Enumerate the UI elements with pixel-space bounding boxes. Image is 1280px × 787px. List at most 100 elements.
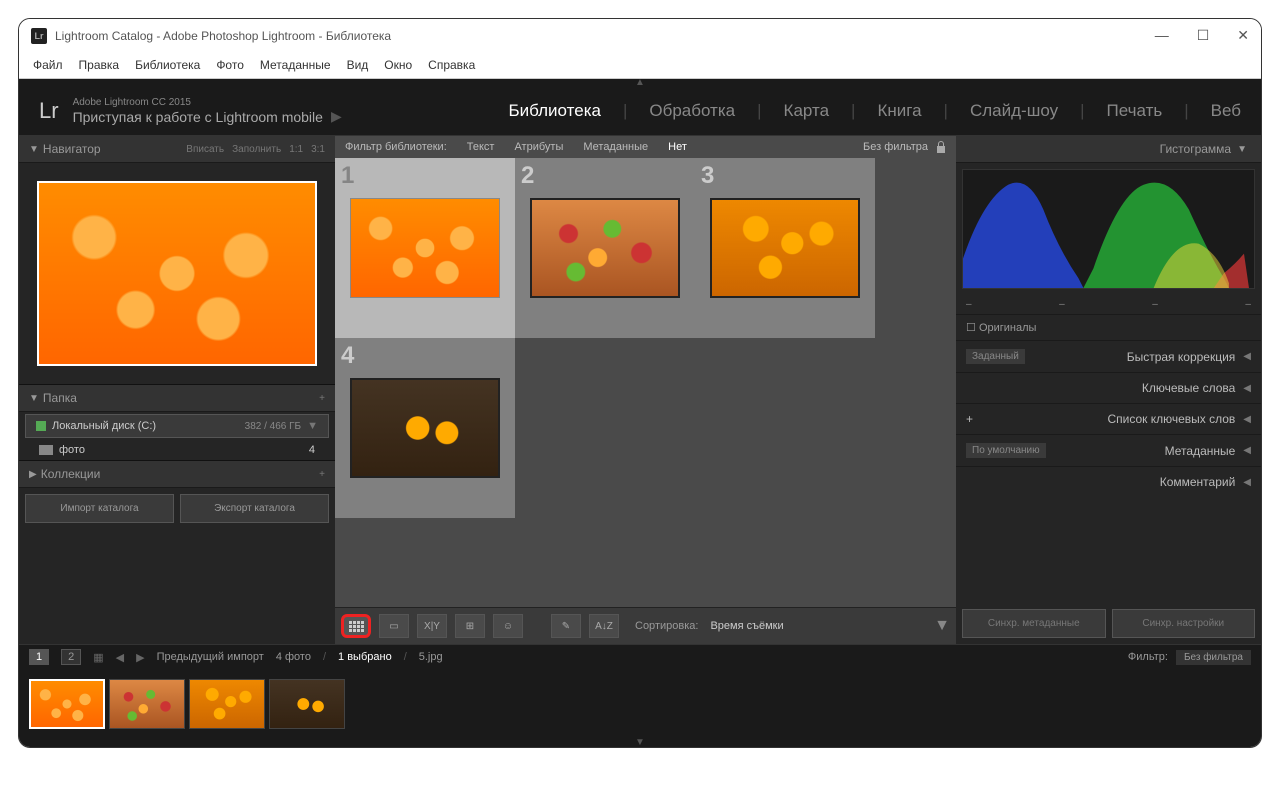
filmstrip-thumbnail[interactable] [269, 679, 345, 729]
menu-window[interactable]: Окно [384, 58, 412, 72]
toolbar-menu-icon[interactable]: ▼ [934, 617, 950, 635]
filter-none[interactable]: Нет [668, 141, 687, 153]
version-text: Adobe Lightroom CC 2015 [73, 97, 342, 108]
grid-cell[interactable]: 1 [335, 158, 515, 338]
import-catalog-button[interactable]: Импорт каталога [25, 494, 174, 523]
triangle-left-icon: ◀ [1243, 414, 1251, 425]
menu-metadata[interactable]: Метаданные [260, 58, 331, 72]
cell-index: 1 [341, 162, 354, 190]
menu-view[interactable]: Вид [347, 58, 369, 72]
close-button[interactable]: ✕ [1237, 27, 1249, 44]
metadata-header[interactable]: По умолчанию Метаданные◀ [956, 434, 1261, 466]
folders-header[interactable]: ▼ Папка + [19, 384, 335, 412]
grid-view-button[interactable] [341, 614, 371, 638]
tagline-arrow-icon[interactable]: ▶ [331, 108, 342, 125]
compare-view-button[interactable]: X|Y [417, 614, 447, 638]
add-folder-icon[interactable]: + [319, 393, 325, 404]
collapse-top-icon[interactable]: ▲ [19, 79, 1261, 87]
module-book[interactable]: Книга [877, 101, 921, 121]
navigator-image[interactable] [37, 181, 317, 366]
checkbox-icon[interactable]: ☐ [966, 322, 976, 334]
menu-file[interactable]: Файл [33, 58, 63, 72]
keyword-list-header[interactable]: + Список ключевых слов◀ [956, 403, 1261, 434]
maximize-button[interactable]: ☐ [1197, 27, 1210, 44]
people-view-button[interactable]: ☺ [493, 614, 523, 638]
triangle-down-icon[interactable]: ▼ [307, 420, 318, 432]
nav-1-1[interactable]: 1:1 [289, 144, 303, 155]
plus-icon[interactable]: + [966, 412, 973, 426]
filmstrip-thumbnail[interactable] [189, 679, 265, 729]
screen-1-button[interactable]: 1 [29, 649, 49, 665]
minimize-button[interactable]: — [1155, 27, 1169, 44]
comments-header[interactable]: Комментарий◀ [956, 466, 1261, 497]
histogram[interactable] [962, 169, 1255, 289]
filmstrip-filter-dropdown[interactable]: Без фильтра [1176, 650, 1251, 665]
disk-space: 382 / 466 ГБ [245, 421, 301, 432]
left-panel: ▼ Навигатор Вписать Заполнить 1:1 3:1 ▼ … [19, 136, 335, 644]
filter-preset[interactable]: Без фильтра [863, 141, 928, 153]
filter-label: Фильтр: [1128, 651, 1168, 663]
nav-3-1[interactable]: 3:1 [311, 144, 325, 155]
survey-view-button[interactable]: ⊞ [455, 614, 485, 638]
add-collection-icon[interactable]: + [319, 469, 325, 480]
grid-cell[interactable]: 4 [335, 338, 515, 518]
photo-count: 4 фото [276, 651, 311, 663]
quick-develop-header[interactable]: Заданный Быстрая коррекция◀ [956, 340, 1261, 372]
nav-fill[interactable]: Заполнить [232, 144, 281, 155]
module-map[interactable]: Карта [784, 101, 830, 121]
sort-value[interactable]: Время съёмки [710, 620, 783, 632]
source-label[interactable]: Предыдущий импорт [157, 651, 264, 663]
thumbnail-image [710, 198, 860, 298]
triangle-left-icon: ◀ [1243, 477, 1251, 488]
filter-text[interactable]: Текст [467, 141, 495, 153]
filmstrip-thumbnail[interactable] [29, 679, 105, 729]
folder-row[interactable]: фото 4 [19, 440, 335, 460]
grid-cell[interactable]: 3 [695, 158, 875, 338]
filter-metadata[interactable]: Метаданные [583, 141, 648, 153]
histogram-header[interactable]: Гистограмма ▼ [956, 136, 1261, 163]
grid-view: 1 234 [335, 158, 956, 607]
lock-icon[interactable] [936, 141, 946, 153]
module-slideshow[interactable]: Слайд-шоу [970, 101, 1058, 121]
menubar: Файл Правка Библиотека Фото Метаданные В… [19, 52, 1261, 79]
metadata-preset-dropdown[interactable]: По умолчанию [966, 443, 1046, 458]
collapse-bottom-icon[interactable]: ▼ [19, 739, 1261, 747]
filmstrip [19, 669, 1261, 739]
menu-library[interactable]: Библиотека [135, 58, 200, 72]
collections-header[interactable]: ▶ Коллекции + [19, 460, 335, 488]
window-title: Lightroom Catalog - Adobe Photoshop Ligh… [55, 29, 391, 43]
screen-2-button[interactable]: 2 [61, 649, 81, 665]
triangle-down-icon: ▼ [29, 144, 39, 155]
keywords-header[interactable]: Ключевые слова◀ [956, 372, 1261, 403]
menu-help[interactable]: Справка [428, 58, 475, 72]
module-web[interactable]: Веб [1211, 101, 1241, 121]
filter-attributes[interactable]: Атрибуты [514, 141, 563, 153]
collections-title: Коллекции [41, 467, 101, 481]
filmstrip-thumbnail[interactable] [109, 679, 185, 729]
grid-mini-icon[interactable]: ▦ [93, 651, 103, 664]
grid-cell[interactable]: 2 [515, 158, 695, 338]
folders-title: Папка [43, 391, 77, 405]
sync-settings-button[interactable]: Синхр. настройки [1112, 609, 1256, 638]
logo: Lr [39, 98, 59, 124]
nav-back-icon[interactable]: ◀ [116, 651, 124, 664]
painter-tool-button[interactable]: ✎ [551, 614, 581, 638]
navigator-title: Навигатор [43, 142, 101, 156]
histogram-title: Гистограмма [1160, 142, 1231, 156]
nav-fwd-icon[interactable]: ▶ [136, 651, 144, 664]
navigator-preview [19, 163, 335, 384]
loupe-view-button[interactable]: ▭ [379, 614, 409, 638]
nav-fit[interactable]: Вписать [186, 144, 224, 155]
export-catalog-button[interactable]: Экспорт каталога [180, 494, 329, 523]
menu-edit[interactable]: Правка [79, 58, 120, 72]
sort-direction-button[interactable]: A↓Z [589, 614, 619, 638]
navigator-header[interactable]: ▼ Навигатор Вписать Заполнить 1:1 3:1 [19, 136, 335, 163]
menu-photo[interactable]: Фото [216, 58, 244, 72]
module-print[interactable]: Печать [1107, 101, 1163, 121]
disk-row[interactable]: Локальный диск (C:) 382 / 466 ГБ ▼ [25, 414, 329, 438]
module-develop[interactable]: Обработка [649, 101, 735, 121]
originals-label: Оригиналы [979, 322, 1037, 334]
sync-metadata-button[interactable]: Синхр. метаданные [962, 609, 1106, 638]
module-library[interactable]: Библиотека [509, 101, 601, 121]
preset-dropdown[interactable]: Заданный [966, 349, 1025, 364]
